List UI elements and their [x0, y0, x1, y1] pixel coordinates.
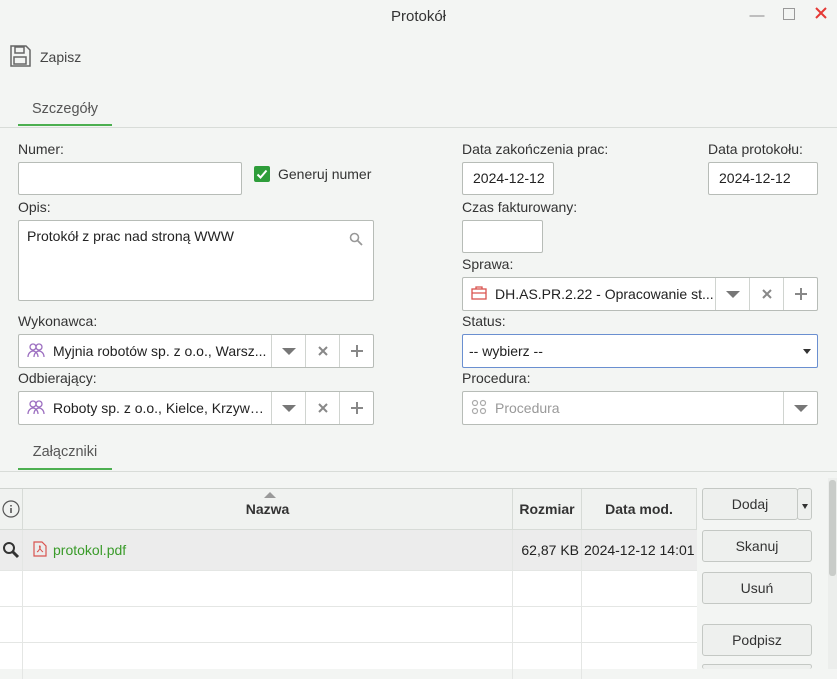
- minimize-icon[interactable]: —: [747, 6, 767, 26]
- chevron-down-icon[interactable]: [783, 392, 817, 424]
- procedure-icon: [471, 399, 487, 418]
- tab-attachments-indicator: [18, 468, 112, 470]
- generate-number-label: Generuj numer: [278, 166, 372, 182]
- column-header-modified[interactable]: Data mod.: [582, 489, 697, 530]
- status-select[interactable]: -- wybierz --: [462, 334, 818, 368]
- window-title: Protokół: [390, 8, 447, 25]
- billed-time-input[interactable]: [462, 220, 543, 253]
- procedure-placeholder: Procedura: [495, 400, 560, 416]
- add-icon[interactable]: [339, 392, 373, 424]
- chevron-down-icon[interactable]: [715, 278, 749, 310]
- checkbox-checked-icon: [254, 166, 270, 182]
- tab-details-indicator: [18, 124, 112, 126]
- status-label: Status:: [462, 313, 506, 329]
- pdf-file-icon: [33, 540, 47, 560]
- table-row[interactable]: protokol.pdf 62,87 KB 2024-12-12 14:01: [0, 530, 697, 571]
- save-button[interactable]: Zapisz: [8, 42, 81, 72]
- preview-icon[interactable]: [0, 530, 23, 570]
- status-value: -- wybierz --: [469, 343, 543, 359]
- add-attachment-button[interactable]: Dodaj: [702, 488, 798, 520]
- clear-icon[interactable]: [305, 335, 339, 367]
- protocol-date-input[interactable]: 2024-12-12: [708, 162, 818, 195]
- table-row[interactable]: [0, 571, 697, 607]
- add-icon[interactable]: [783, 278, 817, 310]
- work-end-date-input[interactable]: 2024-12-12: [462, 162, 554, 195]
- protocol-date-label: Data protokołu:: [708, 141, 803, 157]
- divider: [0, 471, 837, 472]
- contractor-combo[interactable]: Myjnia robotów sp. z o.o., Warsz...: [18, 334, 374, 368]
- billed-time-label: Czas fakturowany:: [462, 199, 578, 215]
- description-textarea[interactable]: Protokół z prac nad stroną WWW: [18, 220, 374, 301]
- close-icon[interactable]: [811, 6, 831, 26]
- column-name-label: Nazwa: [245, 501, 290, 517]
- chevron-down-icon: [801, 504, 808, 509]
- save-label: Zapisz: [40, 49, 82, 65]
- more-button[interactable]: [702, 664, 812, 669]
- sort-ascending-icon: [264, 492, 276, 498]
- clear-icon[interactable]: [749, 278, 783, 310]
- table-row[interactable]: [0, 643, 697, 679]
- contractors-icon: [27, 342, 45, 361]
- add-dropdown-button[interactable]: [797, 488, 812, 520]
- number-label: Numer:: [18, 141, 64, 157]
- clear-icon[interactable]: [305, 392, 339, 424]
- scrollbar[interactable]: [828, 478, 837, 669]
- contractors-icon: [27, 399, 45, 418]
- chevron-down-icon[interactable]: [271, 392, 305, 424]
- sign-button[interactable]: Podpisz: [702, 624, 812, 656]
- number-input[interactable]: [18, 162, 242, 195]
- work-end-date-label: Data zakończenia prac:: [462, 141, 609, 157]
- remove-button[interactable]: Usuń: [702, 572, 812, 604]
- recipient-combo[interactable]: Roboty sp. z o.o., Kielce, Krzywa ...: [18, 391, 374, 425]
- contractor-value: Myjnia robotów sp. z o.o., Warsz...: [53, 343, 267, 359]
- briefcase-icon: [471, 285, 487, 304]
- table-row[interactable]: [0, 607, 697, 643]
- file-name-link[interactable]: protokol.pdf: [53, 542, 126, 558]
- chevron-down-icon: [803, 348, 811, 354]
- procedure-combo[interactable]: Procedura: [462, 391, 818, 425]
- description-label: Opis:: [18, 199, 51, 215]
- column-header-name[interactable]: Nazwa: [23, 489, 513, 530]
- attachments-table[interactable]: Nazwa Rozmiar Data mod. protokol.pdf 62,…: [0, 488, 697, 679]
- file-modified: 2024-12-12 14:01: [584, 542, 695, 558]
- generate-number-checkbox[interactable]: Generuj numer: [254, 166, 371, 182]
- case-combo[interactable]: DH.AS.PR.2.22 - Opracowanie st...: [462, 277, 818, 311]
- tab-details[interactable]: Szczegóły: [18, 95, 112, 123]
- add-icon[interactable]: [339, 335, 373, 367]
- case-value: DH.AS.PR.2.22 - Opracowanie st...: [495, 286, 714, 302]
- description-text: Protokół z prac nad stroną WWW: [27, 228, 234, 244]
- scan-button[interactable]: Skanuj: [702, 530, 812, 562]
- chevron-down-icon[interactable]: [271, 335, 305, 367]
- divider: [0, 127, 837, 128]
- recipient-label: Odbierający:: [18, 370, 97, 386]
- column-header-size[interactable]: Rozmiar: [513, 489, 582, 530]
- info-icon[interactable]: [0, 489, 23, 530]
- contractor-label: Wykonawca:: [18, 313, 98, 329]
- tab-attachments[interactable]: Załączniki: [18, 438, 112, 466]
- file-size: 62,87 KB: [513, 530, 582, 570]
- save-icon: [8, 44, 32, 71]
- case-label: Sprawa:: [462, 256, 514, 272]
- maximize-icon[interactable]: [779, 6, 799, 26]
- scrollbar-thumb[interactable]: [829, 480, 836, 576]
- search-icon[interactable]: [349, 232, 363, 249]
- recipient-value: Roboty sp. z o.o., Kielce, Krzywa ...: [53, 400, 271, 416]
- procedure-label: Procedura:: [462, 370, 531, 386]
